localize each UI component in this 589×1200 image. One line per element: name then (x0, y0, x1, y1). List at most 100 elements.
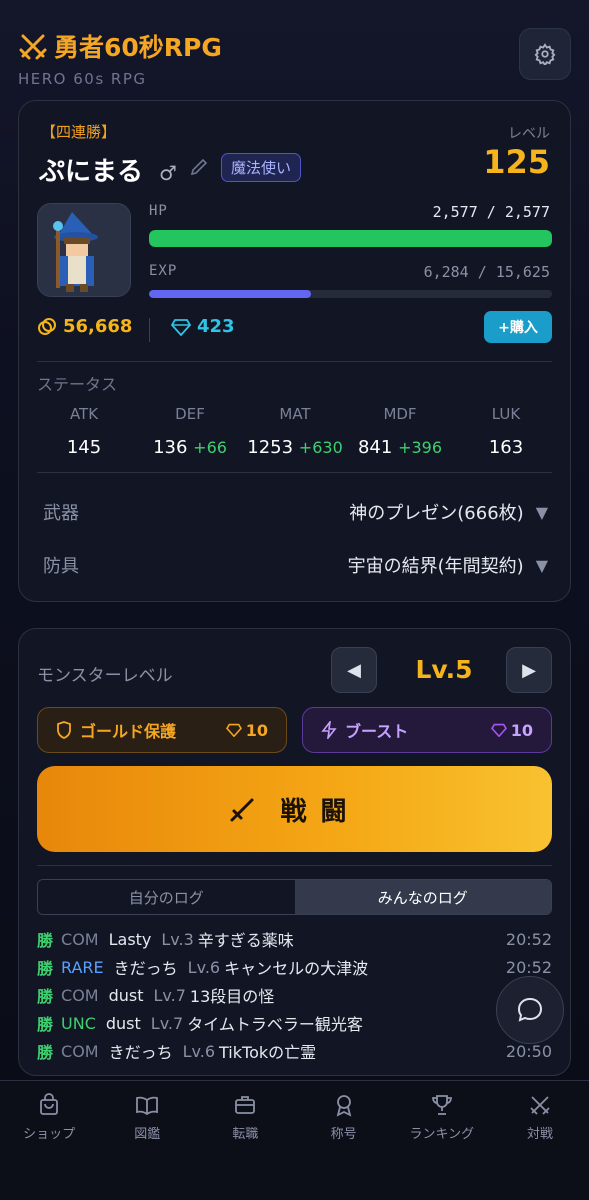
monster-level-label: モンスターレベル (37, 666, 173, 686)
log-level: Lv.7 (150, 1013, 184, 1033)
app-header: 勇者60秒RPG HERO 60s RPG (18, 28, 222, 88)
shield-icon (57, 721, 71, 739)
hp-bar-fill (149, 230, 552, 247)
nav-titles[interactable]: 称号 (295, 1081, 393, 1200)
stat-atk: ATK 145 (34, 405, 134, 458)
log-rarity: COM (61, 929, 99, 949)
nav-job-change[interactable]: 転職 (196, 1081, 294, 1200)
gem-icon (225, 723, 242, 737)
stat-name: LUK (491, 405, 521, 423)
boost-label: ブースト (345, 722, 409, 741)
log-player: Lasty (108, 929, 152, 949)
log-rarity: RARE (61, 957, 104, 977)
male-icon: ♂ (159, 161, 177, 185)
pencil-icon (190, 158, 208, 176)
log-player: dust (108, 985, 144, 1005)
app-title: 勇者60秒RPG (18, 28, 222, 64)
stat-bonus: +630 (298, 438, 343, 457)
armor-select[interactable]: 防具 宇宙の結界(年間契約) ▼ (43, 552, 548, 578)
crossed-swords-icon (19, 34, 47, 60)
stat-def: DEF 136 +66 (140, 405, 240, 458)
title-badge: 【四連勝】 (41, 123, 117, 141)
player-card: 【四連勝】 レベル 125 ぷにまる ♂ 魔法使い HP 2,577 / 2,5… (18, 100, 571, 602)
stat-bonus: +396 (398, 438, 443, 457)
stat-value: 163 (488, 437, 524, 458)
nav-label: 図鑑 (134, 1127, 161, 1142)
exp-bar-fill (149, 290, 311, 298)
bottom-nav: ショップ 図鑑 転職 称号 ランキング 対戦 (0, 1080, 589, 1200)
stat-name: ATK (69, 405, 99, 423)
nav-label: ショップ (23, 1127, 76, 1142)
class-badge: 魔法使い (221, 153, 302, 182)
gem-icon (171, 318, 191, 336)
boost-button[interactable]: ブースト 10 (302, 707, 552, 753)
edit-name-button[interactable] (189, 157, 209, 181)
stat-mdf: MDF 841 +396 (350, 405, 450, 458)
triangle-left-icon: ◀ (347, 659, 361, 681)
log-level: Lv.3 (161, 929, 194, 949)
log-result: 勝 (37, 959, 54, 978)
gem-icon (490, 723, 507, 737)
gold-protect-label: ゴールド保護 (80, 722, 177, 741)
log-monster: 13段目の怪 (189, 987, 275, 1006)
log-tabs: 自分のログ みんなのログ (37, 879, 552, 915)
chevron-down-icon: ▼ (535, 555, 548, 575)
gem-value: 423 (197, 316, 235, 337)
gem-display: 423 (171, 316, 235, 337)
log-time: 20:52 (505, 957, 552, 977)
settings-button[interactable] (519, 28, 571, 80)
monster-level-value: Lv.5 (415, 655, 473, 684)
status-section-label: ステータス (37, 375, 118, 394)
weapon-select[interactable]: 武器 神のプレゼン(666枚) ▼ (43, 499, 548, 525)
log-monster: キャンセルの大津波 (224, 959, 369, 978)
tab-my-log[interactable]: 自分のログ (38, 880, 295, 914)
stat-name: DEF (175, 405, 205, 423)
gold-protect-button[interactable]: ゴールド保護 10 (37, 707, 287, 753)
boost-cost: 10 (490, 721, 533, 740)
app-title-text: 勇者60秒RPG (54, 33, 222, 62)
chevron-down-icon: ▼ (535, 502, 548, 522)
briefcase-icon (235, 1096, 256, 1114)
level-increase-button[interactable]: ▶ (506, 647, 552, 693)
log-result: 勝 (37, 931, 54, 950)
log-player: きだっち (108, 1043, 173, 1062)
level-decrease-button[interactable]: ◀ (331, 647, 377, 693)
chat-bubble-icon (517, 997, 543, 1022)
weapon-label: 武器 (43, 503, 79, 524)
buy-gems-button[interactable]: +購入 (484, 311, 552, 343)
log-monster: 辛すぎる薬味 (197, 931, 294, 950)
bag-icon (40, 1093, 58, 1115)
tab-all-log[interactable]: みんなのログ (294, 880, 551, 914)
stat-mat: MAT 1253 +630 (245, 405, 345, 458)
log-row: 勝 COM Lasty Lv.3 辛すぎる薬味 20:52 (37, 927, 552, 951)
avatar (37, 203, 131, 297)
battle-button[interactable]: 戦闘 (37, 766, 552, 852)
nav-shop[interactable]: ショップ (0, 1081, 98, 1200)
gear-icon (534, 43, 556, 65)
stat-name: MAT (279, 405, 311, 423)
armor-label: 防具 (43, 556, 79, 577)
exp-bar (149, 290, 552, 298)
nav-encyclopedia[interactable]: 図鑑 (98, 1081, 196, 1200)
battle-label: 戦闘 (280, 796, 361, 827)
log-player: dust (105, 1013, 141, 1033)
log-row: 勝 COM dust Lv.7 13段目の怪 (37, 983, 552, 1007)
chat-button[interactable] (496, 976, 564, 1044)
nav-ranking[interactable]: ランキング (393, 1081, 491, 1200)
wizard-avatar-icon (38, 204, 130, 296)
battle-card: モンスターレベル ◀ Lv.5 ▶ ゴールド保護 10 ブースト 10 戦闘 自… (18, 628, 571, 1076)
log-rarity: COM (61, 985, 99, 1005)
nav-battle[interactable]: 対戦 (491, 1081, 589, 1200)
log-result: 勝 (37, 1015, 54, 1034)
sword-icon (230, 798, 254, 822)
divider (37, 472, 552, 473)
gold-protect-cost: 10 (225, 721, 268, 740)
log-row: 勝 UNC dust Lv.7 タイムトラベラー観光客 (37, 1011, 552, 1035)
log-result: 勝 (37, 987, 54, 1006)
nav-label: 称号 (330, 1127, 357, 1142)
stat-value: 1253 +630 (247, 437, 343, 458)
log-level: Lv.6 (182, 1041, 216, 1061)
divider (149, 318, 150, 342)
log-result: 勝 (37, 1043, 54, 1062)
nav-label: 対戦 (526, 1127, 553, 1142)
